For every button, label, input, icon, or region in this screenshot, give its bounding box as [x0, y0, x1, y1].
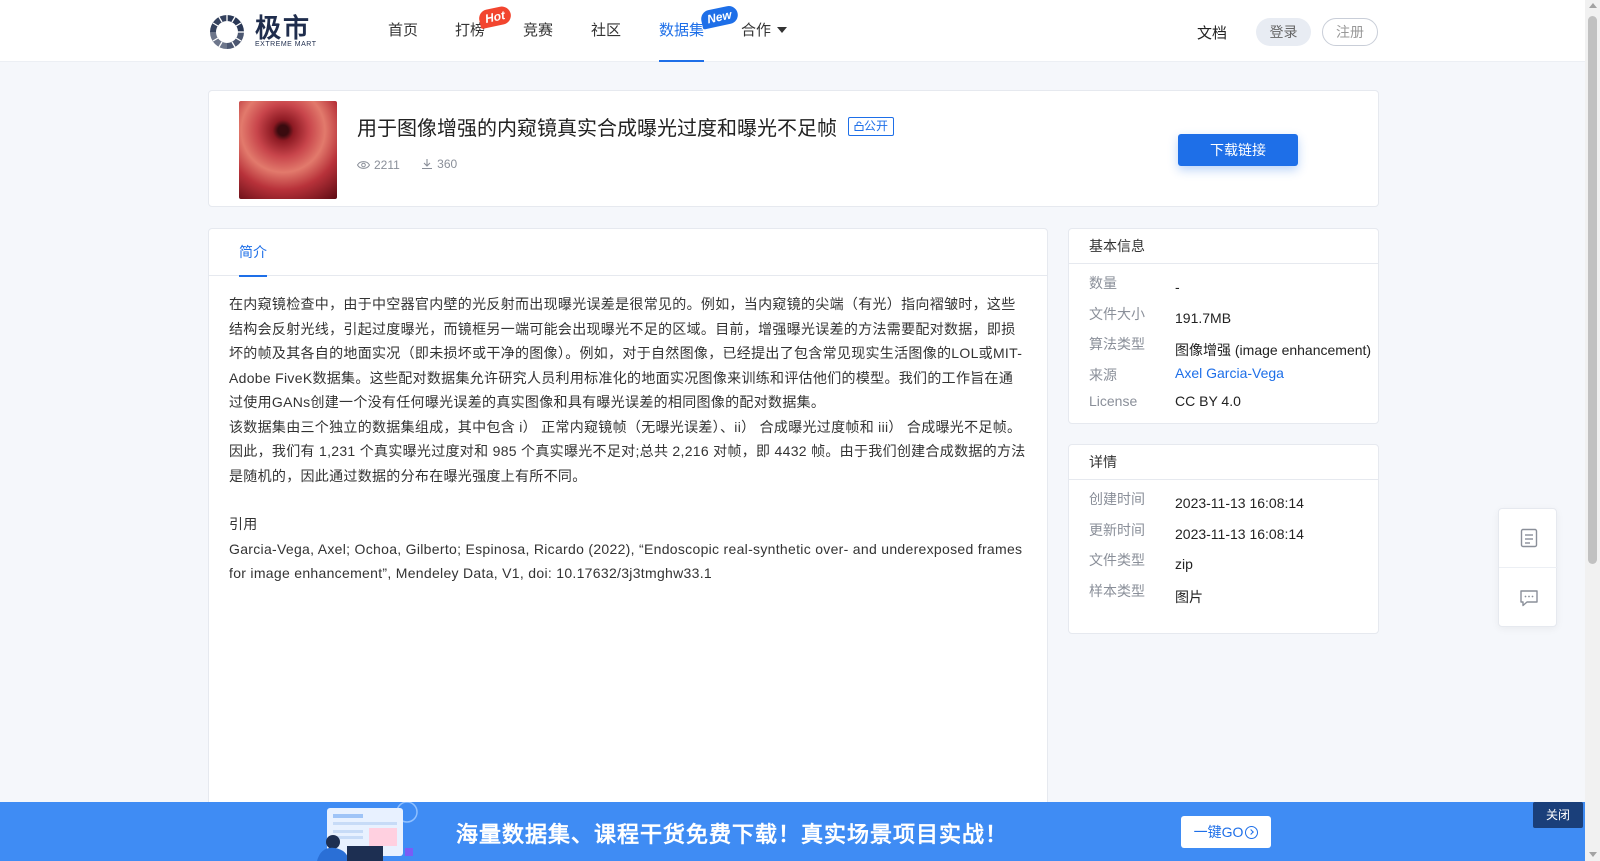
- basic-info-title: 基本信息: [1069, 229, 1378, 264]
- detail-row: 创建时间 2023-11-13 16:08:14: [1069, 483, 1378, 514]
- info-value: 图像增强 (image enhancement): [1175, 342, 1372, 358]
- nav-cooperation[interactable]: 合作: [741, 0, 788, 62]
- download-icon: [422, 159, 433, 170]
- logo-text: 极市: [255, 13, 312, 43]
- info-key: 文件大小: [1089, 305, 1145, 322]
- intro-tabs: 简介: [209, 229, 1047, 277]
- details-title: 详情: [1069, 445, 1378, 480]
- info-row: 算法类型 图像增强 (image enhancement): [1069, 328, 1378, 359]
- info-value: CC BY 4.0: [1175, 392, 1241, 409]
- site-logo[interactable]: 极市 EXTREME MART: [207, 12, 317, 50]
- floating-toolbar: [1498, 508, 1558, 627]
- nav-community-label: 社区: [591, 22, 622, 39]
- views-stat: 2211: [357, 158, 400, 172]
- scroll-down-arrow-icon[interactable]: [1589, 852, 1597, 857]
- details-card: 详情 创建时间 2023-11-13 16:08:14 更新时间 2023-11…: [1068, 444, 1379, 634]
- chevron-down-icon: [777, 27, 788, 33]
- detail-row: 样本类型 图片: [1069, 575, 1378, 606]
- new-badge: New: [699, 4, 740, 30]
- login-button[interactable]: 登录: [1256, 18, 1311, 46]
- citation-heading: 引用: [229, 516, 258, 532]
- nav-competition[interactable]: 竞赛: [523, 0, 553, 62]
- dataset-title: 用于图像增强的内窥镜真实合成曝光过度和曝光不足帧: [357, 118, 837, 140]
- nav-datasets-label: 数据集: [659, 22, 705, 39]
- downloads-stat: 360: [421, 157, 457, 171]
- downloads-count: 360: [437, 157, 458, 171]
- eye-icon: [357, 161, 370, 169]
- chat-icon: [1519, 589, 1538, 606]
- nav-community[interactable]: 社区: [591, 0, 621, 62]
- detail-value: zip: [1175, 556, 1193, 572]
- lock-open-icon: [854, 121, 864, 131]
- arrow-circle-icon: [1245, 826, 1259, 839]
- detail-key: 创建时间: [1089, 491, 1145, 507]
- register-button[interactable]: 注册: [1322, 18, 1378, 46]
- info-key: 算法类型: [1089, 336, 1145, 352]
- page-scrollbar[interactable]: [1585, 0, 1600, 861]
- detail-key: 样本类型: [1089, 582, 1145, 599]
- tab-intro[interactable]: 简介: [239, 229, 267, 277]
- download-link-button[interactable]: 下载链接: [1178, 134, 1298, 166]
- document-tool-button[interactable]: [1499, 509, 1558, 568]
- intro-card: 简介 在内窥镜检查中，由于中空器官内壁的光反射而出现曝光误差是很常见的。例如，当…: [208, 228, 1048, 861]
- info-value: -: [1175, 279, 1180, 295]
- nav-home-label: 首页: [388, 22, 419, 39]
- info-row: 数量 -: [1069, 267, 1378, 298]
- promo-text: 海量数据集、课程干货免费下载！真实场景项目实战！: [456, 822, 1009, 847]
- nav-competition-label: 竞赛: [523, 22, 554, 39]
- dataset-header-card: 用于图像增强的内窥镜真实合成曝光过度和曝光不足帧 公开 2211 360 下载链…: [208, 90, 1379, 207]
- promo-go-button[interactable]: 一键GO: [1181, 816, 1271, 848]
- docs-link[interactable]: 文档: [1197, 22, 1227, 43]
- views-count: 2211: [374, 158, 400, 172]
- logo-icon: [210, 15, 244, 49]
- info-value: 191.7MB: [1175, 309, 1232, 326]
- nav-leaderboard[interactable]: 打榜 Hot: [455, 0, 513, 62]
- feedback-tool-button[interactable]: [1499, 568, 1558, 627]
- document-icon: [1520, 528, 1537, 548]
- detail-row: 更新时间 2023-11-13 16:08:14: [1069, 514, 1378, 545]
- top-navbar: 极市 EXTREME MART 首页 打榜 Hot 竞赛 社区 数据集 New …: [0, 0, 1585, 62]
- hot-badge: Hot: [477, 4, 513, 30]
- logo-subtext: EXTREME MART: [255, 41, 317, 48]
- intro-paragraph: 该数据集由三个独立的数据集组成，其中包含 i） 正常内窥镜帧（无曝光误差）、ii…: [229, 418, 1026, 484]
- dataset-stats: 2211 360: [357, 157, 475, 173]
- info-row: 来源 Axel Garcia-Vega: [1069, 359, 1378, 387]
- detail-value: 2023-11-13 16:08:14: [1175, 525, 1304, 542]
- info-key: License: [1089, 392, 1138, 409]
- intro-body: 在内窥镜检查中，由于中空器官内壁的光反射而出现曝光误差是很常见的。例如，当内窥镜…: [209, 276, 1047, 586]
- promo-go-label: 一键GO: [1193, 824, 1244, 840]
- citation-text: Garcia-Vega, Axel; Ochoa, Gilberto; Espi…: [229, 540, 1023, 582]
- promo-illustration: [317, 802, 418, 861]
- intro-paragraph: 在内窥镜检查中，由于中空器官内壁的光反射而出现曝光误差是很常见的。例如，当内窥镜…: [229, 296, 1023, 410]
- promo-banner: 海量数据集、课程干货免费下载！真实场景项目实战！ 一键GO: [0, 802, 1585, 861]
- info-row: 文件大小 191.7MB: [1069, 298, 1378, 329]
- detail-key: 文件类型: [1089, 552, 1145, 568]
- info-key: 数量: [1089, 275, 1117, 291]
- detail-key: 更新时间: [1089, 521, 1145, 538]
- nav-datasets[interactable]: 数据集 New: [659, 0, 740, 62]
- nav-home[interactable]: 首页: [388, 0, 418, 62]
- promo-close-button[interactable]: 关闭: [1533, 802, 1583, 828]
- detail-row: 文件类型 zip: [1069, 544, 1378, 575]
- visibility-tag: 公开: [848, 117, 895, 136]
- info-key: 来源: [1089, 366, 1117, 383]
- detail-value: 2023-11-13 16:08:14: [1175, 495, 1304, 511]
- dataset-thumbnail: [239, 101, 337, 199]
- scroll-up-arrow-icon[interactable]: [1589, 3, 1597, 8]
- info-row: License CC BY 4.0: [1069, 387, 1378, 418]
- nav-cooperation-label: 合作: [741, 22, 772, 39]
- source-link[interactable]: Axel Garcia-Vega: [1175, 365, 1284, 381]
- visibility-label: 公开: [864, 119, 889, 133]
- detail-value: 图片: [1175, 588, 1203, 605]
- basic-info-card: 基本信息 数量 - 文件大小 191.7MB 算法类型 图像增强 (image …: [1068, 228, 1379, 424]
- scroll-thumb[interactable]: [1588, 16, 1597, 564]
